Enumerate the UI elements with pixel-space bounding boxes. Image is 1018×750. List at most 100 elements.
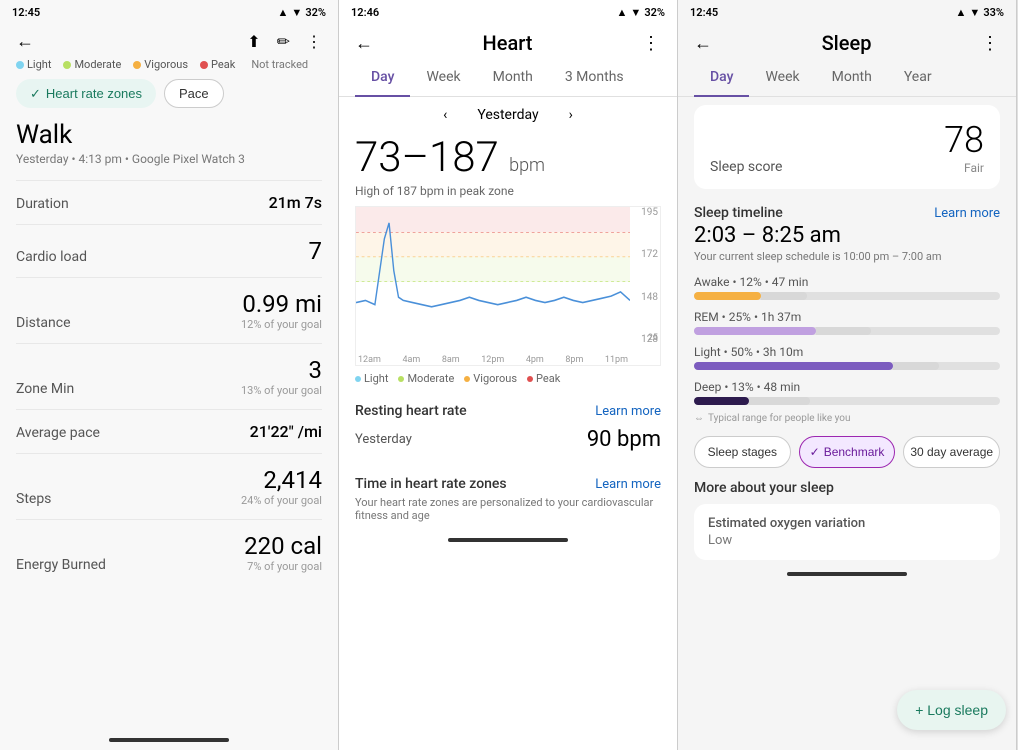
stage-light-fill: [694, 362, 893, 370]
sleep-time: 2:03 – 8:25 am: [678, 223, 1016, 250]
stage-rem-bar: [694, 327, 1000, 335]
legend-moderate-label: Moderate: [74, 58, 121, 71]
toolbar-actions: ⬆ ✏ ⋮: [247, 32, 322, 51]
next-date-icon[interactable]: ›: [569, 107, 573, 123]
heart-title: Heart: [483, 31, 533, 55]
x-12pm: 12pm: [481, 355, 504, 365]
heart-back-icon[interactable]: ←: [355, 33, 373, 54]
sleep-tab-week[interactable]: Week: [749, 59, 815, 97]
stage-awake: Awake • 12% • 47 min: [678, 271, 1016, 306]
learn-more-1[interactable]: Learn more: [595, 404, 661, 419]
stage-rem: REM • 25% • 1h 37m: [678, 306, 1016, 341]
sleep-stages-button[interactable]: Sleep stages: [694, 436, 791, 468]
stat-energy: Energy Burned 220 cal 7% of your goal: [16, 519, 322, 585]
hz-peak: Peak: [527, 372, 560, 385]
signal-icon-2: ▲: [617, 6, 628, 19]
panel-heart: 12:46 ▲ ▼ 32% ← Heart ⋮ Day Week Month 3…: [339, 0, 678, 750]
stats-list: Duration 21m 7s Cardio load 7 Distance 0…: [16, 180, 322, 585]
chart-right-num: 25: [648, 333, 658, 343]
stage-awake-label: Awake • 12% • 47 min: [694, 275, 1000, 289]
status-bar-2: 12:46 ▲ ▼ 32%: [339, 0, 677, 23]
sleep-back-icon[interactable]: ←: [694, 33, 712, 54]
chart-x-labels: 12am 4am 8am 12pm 4pm 8pm 11pm: [356, 355, 630, 365]
tab-3months[interactable]: 3 Months: [549, 59, 640, 97]
hz-light-dot: [355, 376, 361, 382]
sleep-timeline-title: Sleep timeline: [694, 205, 783, 221]
panel-walk: 12:45 ▲ ▼ 32% ← ⬆ ✏ ⋮ Light Moderate: [0, 0, 339, 750]
estimated-oxygen-label: Estimated oxygen variation: [708, 516, 986, 531]
log-sleep-label: + Log sleep: [915, 702, 988, 718]
sleep-more-icon[interactable]: ⋮: [981, 33, 1000, 54]
legend-vigorous-label: Vigorous: [144, 58, 188, 71]
legend-light: Light: [16, 58, 51, 71]
heart-more-icon[interactable]: ⋮: [642, 33, 661, 54]
distance-sub: 12% of your goal: [241, 318, 322, 331]
status-icons-2: ▲ ▼ 32%: [617, 6, 665, 19]
prev-date-icon[interactable]: ‹: [443, 107, 447, 123]
estimated-oxygen-card: Estimated oxygen variation Low: [694, 504, 1000, 560]
x-8pm: 8pm: [565, 355, 583, 365]
energy-sub: 7% of your goal: [244, 560, 322, 573]
wifi-icon: ▼: [291, 6, 302, 19]
wifi-icon-3: ▼: [969, 6, 980, 19]
heart-rate-zones-button[interactable]: ✓ Heart rate zones: [16, 79, 156, 108]
typical-range-icon: ⇔: [694, 413, 704, 424]
legend-peak: Peak: [200, 58, 235, 71]
hz-light: Light: [355, 372, 388, 385]
legend-vigorous: Vigorous: [133, 58, 188, 71]
tab-month[interactable]: Month: [477, 59, 549, 97]
signal-icon: ▲: [278, 6, 289, 19]
pace-button[interactable]: Pace: [164, 79, 224, 108]
benchmark-label: Benchmark: [824, 445, 885, 459]
sleep-score-right: 78 Fair: [944, 119, 984, 175]
duration-label: Duration: [16, 196, 69, 212]
status-bar-1: 12:45 ▲ ▼ 32%: [0, 0, 338, 23]
sleep-tab-month[interactable]: Month: [816, 59, 888, 97]
wifi-icon-2: ▼: [630, 6, 641, 19]
x-12am: 12am: [358, 355, 381, 365]
stat-zone-min: Zone Min 3 13% of your goal: [16, 343, 322, 409]
sleep-timeline-header: Sleep timeline Learn more: [678, 197, 1016, 223]
time-1: 12:45: [12, 6, 40, 19]
status-icons-1: ▲ ▼ 32%: [278, 6, 326, 19]
duration-value: 21m 7s: [269, 193, 322, 212]
energy-label: Energy Burned: [16, 557, 106, 573]
hz-light-label: Light: [364, 372, 388, 385]
x-4pm: 4pm: [526, 355, 544, 365]
heart-rate-svg: [356, 207, 630, 345]
avg-pace-label: Average pace: [16, 425, 100, 441]
stage-awake-bar: [694, 292, 1000, 300]
hz-vigorous-label: Vigorous: [473, 372, 517, 385]
time-in-zones-label: Time in heart rate zones: [355, 476, 507, 492]
home-indicator-1: [109, 738, 229, 742]
status-icons-3: ▲ ▼ 33%: [956, 6, 1004, 19]
tab-week[interactable]: Week: [410, 59, 476, 97]
stage-rem-typical: [816, 327, 871, 335]
heart-chart: 195 172 148 128 12am 4am 8am 12pm 4pm 8p…: [355, 206, 661, 366]
battery-1: 32%: [305, 6, 326, 19]
learn-more-2[interactable]: Learn more: [595, 477, 661, 492]
battery-3: 33%: [983, 6, 1004, 19]
stage-light-typical: [893, 362, 939, 370]
stage-light-bar: [694, 362, 1000, 370]
share-icon[interactable]: ⬆: [247, 32, 260, 51]
more-icon[interactable]: ⋮: [306, 32, 322, 51]
sleep-tab-year[interactable]: Year: [888, 59, 948, 97]
30day-button[interactable]: 30 day average: [903, 436, 1000, 468]
benchmark-button[interactable]: ✓ Benchmark: [799, 436, 896, 468]
energy-value: 220 cal: [244, 532, 322, 560]
stage-deep: Deep • 13% • 48 min: [678, 376, 1016, 411]
resting-hr-label: Resting heart rate: [355, 403, 467, 419]
cardio-label: Cardio load: [16, 249, 87, 265]
sleep-title: Sleep: [822, 31, 872, 55]
back-icon[interactable]: ←: [16, 31, 34, 52]
zone-min-sub: 13% of your goal: [241, 384, 322, 397]
sleep-learn-more[interactable]: Learn more: [934, 206, 1000, 221]
sleep-tab-day[interactable]: Day: [694, 59, 749, 97]
home-indicator-2: [448, 538, 568, 542]
sleep-score-sub: Fair: [944, 161, 984, 175]
typical-range-text: Typical range for people like you: [708, 413, 851, 424]
edit-icon[interactable]: ✏: [277, 32, 290, 51]
tab-day[interactable]: Day: [355, 59, 410, 97]
log-sleep-button[interactable]: + Log sleep: [897, 690, 1006, 730]
